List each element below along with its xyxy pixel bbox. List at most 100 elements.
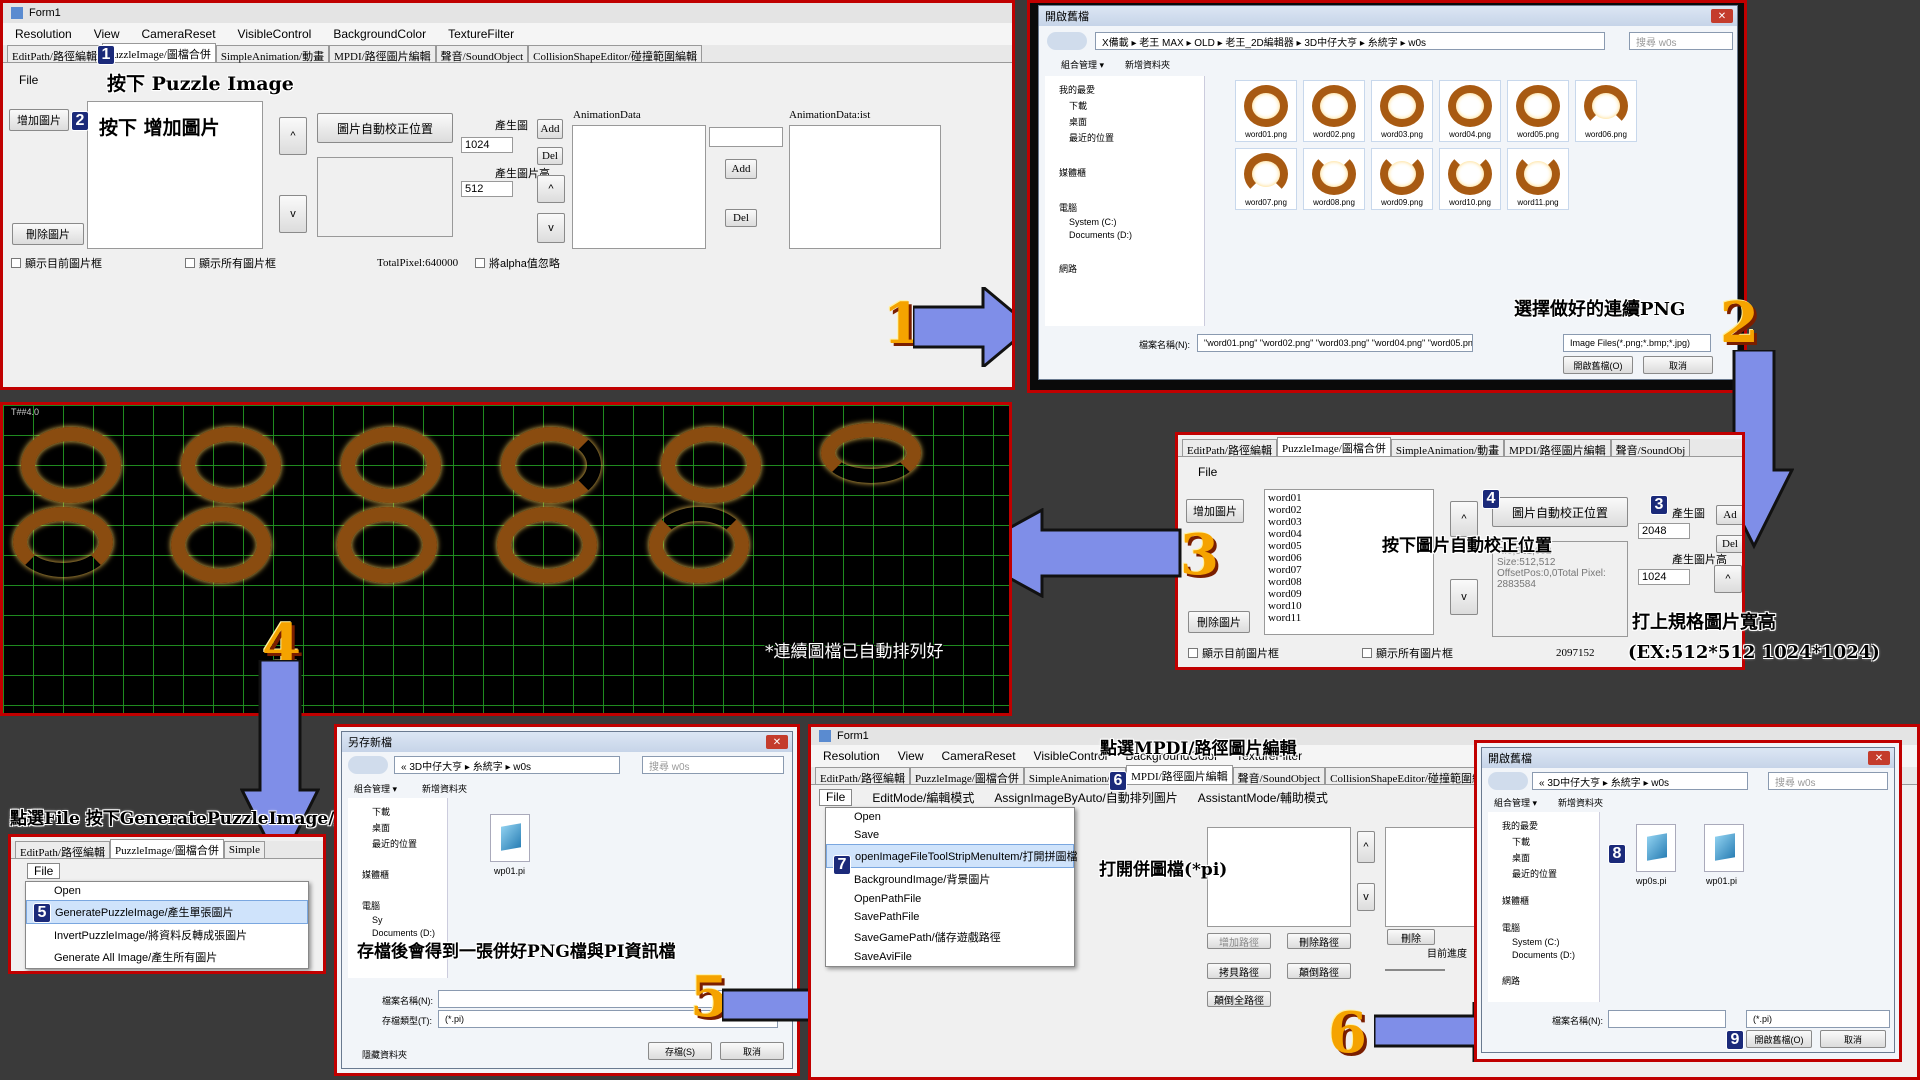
height-input[interactable]: 1024 — [1638, 569, 1690, 585]
save-button[interactable]: 存檔(S) — [648, 1042, 712, 1060]
file-item[interactable]: word07.png — [1235, 148, 1297, 210]
auto-align-button[interactable]: 圖片自動校正位置 — [1492, 497, 1628, 527]
tab-simpleanimation[interactable]: SimpleAnimation/動畫 — [1390, 439, 1505, 457]
cancel-button[interactable]: 取消 — [720, 1042, 784, 1060]
nav-computer[interactable]: 電腦 — [1502, 921, 1595, 934]
nav-c-drive[interactable]: Sy — [372, 915, 443, 925]
submenu-assistant[interactable]: AssistantMode/輔助模式 — [1198, 789, 1328, 806]
file-type-select[interactable]: Image Files(*.png;*.bmp;*.jpg) — [1563, 334, 1711, 352]
tab-mpdi[interactable]: MPDI/路徑圖片編輯 — [329, 45, 436, 63]
size-up-button[interactable]: ^ — [537, 175, 565, 203]
address-bar[interactable]: « 3D中仔大亨 ▸ 糸統字 ▸ w0s — [1532, 772, 1748, 790]
organize-button[interactable]: 組合管理 ▾ — [1494, 796, 1537, 809]
organize-button[interactable]: 組合管理 ▾ — [1061, 58, 1104, 71]
menu-open[interactable]: Open — [26, 882, 308, 900]
file-item[interactable]: word10.png — [1439, 148, 1501, 210]
delete-image-button[interactable]: 刪除圖片 — [1188, 611, 1250, 633]
close-icon[interactable]: ✕ — [1868, 751, 1890, 765]
filename-input[interactable]: "word01.png" "word02.png" "word03.png" "… — [1197, 334, 1473, 352]
back-forward-icon[interactable] — [1047, 32, 1087, 50]
search-input[interactable]: 搜尋 w0s — [642, 756, 784, 774]
nav-d-drive[interactable]: Documents (D:) — [1512, 950, 1595, 960]
list-item[interactable]: word08 — [1268, 576, 1430, 588]
menu-view[interactable]: View — [898, 749, 924, 763]
nav-d-drive[interactable]: Documents (D:) — [1069, 230, 1200, 240]
file-item[interactable]: word11.png — [1507, 148, 1569, 210]
nav-downloads[interactable]: 下載 — [1069, 99, 1200, 112]
menu-open[interactable]: Open — [826, 808, 1074, 826]
move-up-button[interactable]: ^ — [279, 117, 307, 155]
list-item[interactable]: word03 — [1268, 516, 1430, 528]
width-input[interactable]: 2048 — [1638, 523, 1690, 539]
menu-visiblecontrol[interactable]: VisibleControl — [1034, 749, 1108, 763]
tab-collision[interactable]: CollisionShapeEditor/碰撞範圍編輯 — [528, 45, 702, 63]
list-item[interactable]: word10 — [1268, 600, 1430, 612]
tab-editpath[interactable]: EditPath/路徑編輯 — [815, 767, 910, 785]
checkbox-box[interactable] — [1362, 648, 1372, 658]
nav-downloads[interactable]: 下載 — [372, 805, 443, 818]
menu-generate-all[interactable]: Generate All Image/產生所有圖片 — [26, 946, 308, 968]
nav-network[interactable]: 網路 — [1059, 262, 1200, 275]
auto-align-button[interactable]: 圖片自動校正位置 — [317, 113, 453, 143]
tab-editpath[interactable]: EditPath/路徑編輯 — [1182, 439, 1277, 457]
menu-visiblecontrol[interactable]: VisibleControl — [238, 27, 312, 41]
filename-input[interactable] — [1608, 1010, 1726, 1028]
search-input[interactable]: 搜尋 w0s — [1768, 772, 1888, 790]
del-path-button[interactable]: 刪除路徑 — [1287, 933, 1351, 949]
show-current-checkbox[interactable]: 顯示目前圖片框 — [11, 255, 102, 271]
nav-network[interactable]: 網路 — [1502, 974, 1595, 987]
list-item[interactable]: word07 — [1268, 564, 1430, 576]
show-all-checkbox[interactable]: 顯示所有圖片框 — [1362, 645, 1453, 661]
move-down-button[interactable]: v — [279, 195, 307, 233]
list-item[interactable]: word09 — [1268, 588, 1430, 600]
reverse-path-button[interactable]: 顛倒路徑 — [1287, 963, 1351, 979]
nav-computer[interactable]: 電腦 — [362, 899, 443, 912]
submenu-file[interactable]: File — [819, 789, 853, 806]
nav-desktop[interactable]: 桌面 — [372, 821, 443, 834]
tab-sound[interactable]: 聲音/SoundObject — [435, 45, 529, 63]
nav-recent[interactable]: 最近的位置 — [372, 837, 443, 850]
del-size-button[interactable]: Del — [1716, 535, 1742, 553]
copy-path-button[interactable]: 拷貝路徑 — [1207, 963, 1271, 979]
address-bar[interactable]: « 3D中仔大亨 ▸ 糸統字 ▸ w0s — [394, 756, 620, 774]
menu-save-avi[interactable]: SaveAviFile — [826, 948, 1074, 966]
submenu-editmode[interactable]: EditMode/編輯模式 — [872, 789, 974, 806]
checkbox-box[interactable] — [185, 258, 195, 268]
flip-all-button[interactable]: 顛倒全路徑 — [1207, 991, 1271, 1007]
back-forward-icon[interactable] — [348, 756, 388, 774]
submenu-assignimage[interactable]: AssignImageByAuto/自動排列圖片 — [994, 789, 1177, 806]
file-item[interactable]: word03.png — [1371, 80, 1433, 142]
menu-open-path-file[interactable]: OpenPathFile — [826, 890, 1074, 908]
tab-simpleanimation[interactable]: Simple — [223, 841, 265, 858]
back-forward-icon[interactable] — [1488, 772, 1528, 790]
file-item[interactable]: word06.png — [1575, 80, 1637, 142]
file-item[interactable]: word09.png — [1371, 148, 1433, 210]
tab-puzzleimage[interactable]: PuzzleImage/圖檔合併 — [101, 43, 216, 62]
menu-save-game-path[interactable]: SaveGamePath/儲存遊戲路徑 — [826, 926, 1074, 948]
open-button[interactable]: 開啟舊檔(O) — [1746, 1030, 1812, 1048]
file-menu[interactable]: File — [1198, 465, 1217, 479]
width-input[interactable]: 1024 — [461, 137, 513, 153]
image-list[interactable]: word01 word02 word03 word04 word05 word0… — [1264, 489, 1434, 635]
up-button[interactable]: ^ — [1357, 831, 1375, 863]
down-button[interactable]: v — [1357, 883, 1375, 911]
menu-camerareset[interactable]: CameraReset — [142, 27, 216, 41]
add-image-button[interactable]: 增加圖片 — [9, 109, 69, 131]
nav-downloads[interactable]: 下載 — [1512, 835, 1595, 848]
tab-editpath[interactable]: EditPath/路徑編輯 — [15, 841, 110, 859]
show-all-checkbox[interactable]: 顯示所有圖片框 — [185, 255, 276, 271]
file-item[interactable]: word04.png — [1439, 80, 1501, 142]
alpha-ignore-checkbox[interactable]: 將alpha值忽略 — [475, 255, 560, 271]
list-item[interactable]: word11 — [1268, 612, 1430, 624]
checkbox-box[interactable] — [11, 258, 21, 268]
menu-resolution[interactable]: Resolution — [15, 27, 72, 41]
move-down-button[interactable]: v — [1450, 579, 1478, 615]
tab-sound[interactable]: 聲音/SoundObject — [1232, 767, 1326, 785]
address-bar[interactable]: X備載 ▸ 老王 MAX ▸ OLD ▸ 老王_2D編輯器 ▸ 3D中仔大亨 ▸… — [1095, 32, 1605, 50]
menu-open-image-file[interactable]: openImageFileToolStripMenuItem/打開拼圖檔 — [826, 844, 1078, 868]
organize-button[interactable]: 組合管理 ▾ — [354, 782, 397, 795]
tab-editpath[interactable]: EditPath/路徑編輯 — [7, 45, 102, 63]
file-menu[interactable]: File — [27, 863, 61, 879]
nav-computer[interactable]: 電腦 — [1059, 201, 1200, 214]
add-path-button[interactable]: 增加路徑 — [1207, 933, 1271, 949]
